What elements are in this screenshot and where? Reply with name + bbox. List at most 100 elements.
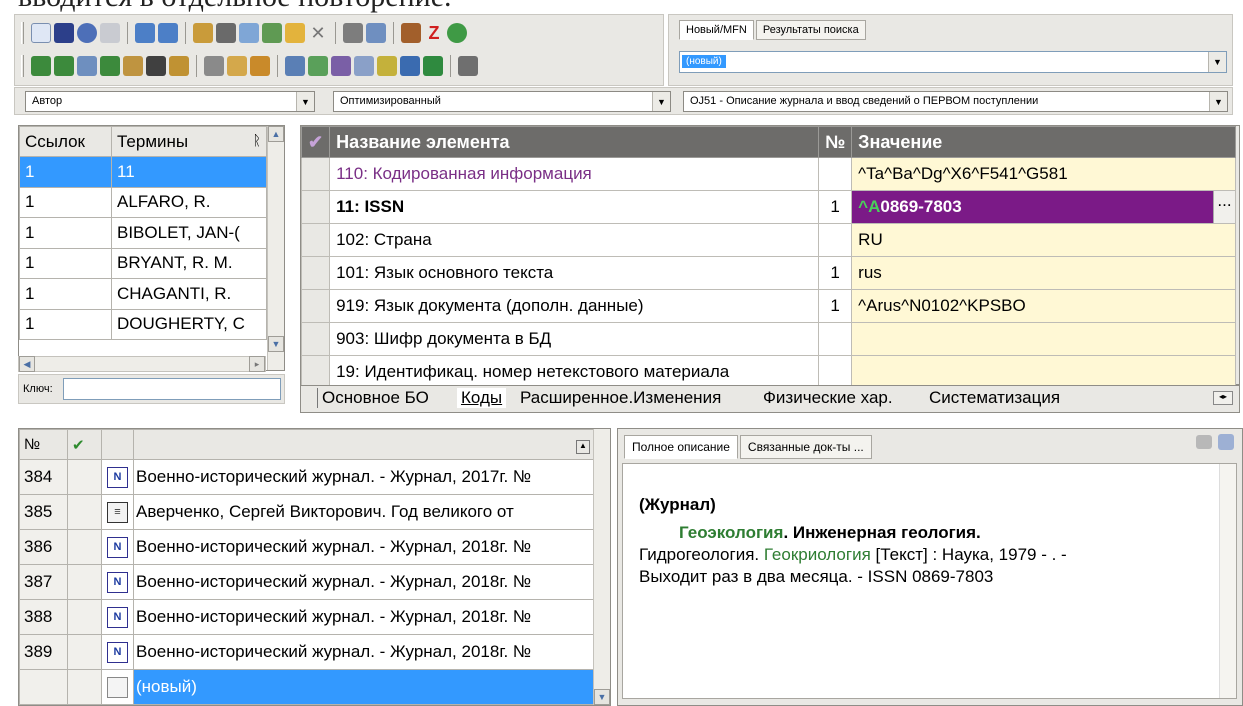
record-row-new[interactable]: (новый) bbox=[19, 669, 595, 705]
table-icon[interactable] bbox=[77, 56, 97, 76]
record-row[interactable]: 385 ≡ Аверченко, Сергей Викторович. Год … bbox=[19, 494, 595, 530]
chevron-down-icon[interactable]: ▼ bbox=[1209, 92, 1227, 111]
link-icon[interactable] bbox=[204, 56, 224, 76]
form3-icon[interactable] bbox=[100, 56, 120, 76]
terms-row[interactable]: 1 11 bbox=[19, 156, 267, 188]
pin-icon[interactable]: ᚱ bbox=[253, 132, 261, 148]
checkmark-icon[interactable]: ✔ bbox=[67, 429, 102, 460]
tools-icon[interactable] bbox=[169, 56, 189, 76]
tabs-scroll-icon[interactable]: ◂▸ bbox=[1213, 391, 1233, 405]
form-icon[interactable] bbox=[31, 56, 51, 76]
save-icon[interactable] bbox=[54, 23, 74, 43]
clipboard2-icon[interactable] bbox=[250, 56, 270, 76]
form2-icon[interactable] bbox=[54, 56, 74, 76]
terms-header-count[interactable]: Ссылок bbox=[19, 126, 112, 157]
books-icon[interactable] bbox=[401, 23, 421, 43]
document-icon[interactable] bbox=[354, 56, 374, 76]
link-geoecology[interactable]: Геоэкология bbox=[679, 523, 783, 542]
undo-icon[interactable] bbox=[77, 23, 97, 43]
grid-row[interactable]: 903: Шифр документа в БД bbox=[300, 322, 1236, 356]
field-value[interactable]: ^Ta^Ba^Dg^X6^F541^G581 bbox=[851, 157, 1236, 191]
scroll-up-icon[interactable]: ▲ bbox=[576, 440, 590, 454]
terms-row[interactable]: 1 DOUGHERTY, C bbox=[19, 308, 267, 340]
terms-row[interactable]: 1 BRYANT, R. M. bbox=[19, 247, 267, 279]
ellipsis-button[interactable]: ... bbox=[1213, 191, 1235, 223]
field-value[interactable] bbox=[851, 355, 1236, 389]
excel-icon[interactable] bbox=[423, 56, 443, 76]
sort-icon[interactable] bbox=[123, 56, 143, 76]
terms-row[interactable]: 1 CHAGANTI, R. bbox=[19, 278, 267, 310]
tab-extended[interactable]: Расширенное.Изменения bbox=[516, 388, 725, 408]
tab-basic[interactable]: Основное БО bbox=[317, 388, 433, 408]
delete-icon[interactable]: ✕ bbox=[308, 23, 328, 43]
key-input[interactable] bbox=[63, 378, 281, 400]
wizard-icon[interactable] bbox=[377, 56, 397, 76]
worksheet-select[interactable]: OJ51 - Описание журнала и ввод сведений … bbox=[683, 91, 1228, 112]
z3950-icon[interactable]: Z bbox=[424, 23, 444, 43]
field-value-editor[interactable]: ^A0869-7803 ... bbox=[851, 190, 1236, 224]
mode-select[interactable]: Оптимизированный ▼ bbox=[333, 91, 671, 112]
grid-row-current[interactable]: 11: ISSN 1 ^A0869-7803 ... bbox=[300, 190, 1236, 224]
tab-full-description[interactable]: Полное описание bbox=[624, 435, 738, 459]
grid-row[interactable]: 110: Кодированная информация ^Ta^Ba^Dg^X… bbox=[300, 157, 1236, 191]
field-value[interactable]: RU bbox=[851, 223, 1236, 257]
clipboard-icon[interactable] bbox=[227, 56, 247, 76]
print-icon[interactable] bbox=[343, 23, 363, 43]
scroll-down-icon[interactable]: ▼ bbox=[594, 689, 610, 705]
tab-search-results[interactable]: Результаты поиска bbox=[755, 20, 866, 40]
chevron-down-icon[interactable]: ▼ bbox=[296, 92, 314, 111]
import-icon[interactable] bbox=[331, 56, 351, 76]
header-num[interactable]: № bbox=[818, 126, 853, 158]
print2-icon[interactable] bbox=[285, 56, 305, 76]
grid-row[interactable]: 102: Страна RU bbox=[300, 223, 1236, 257]
new-document-icon[interactable] bbox=[31, 23, 51, 43]
scroll-down-icon[interactable]: ▼ bbox=[268, 336, 284, 352]
help-icon[interactable] bbox=[458, 56, 478, 76]
field-value[interactable]: rus bbox=[851, 256, 1236, 290]
search-field-select[interactable]: Автор ▼ bbox=[25, 91, 315, 112]
scroll-right-icon[interactable]: ▸ bbox=[249, 356, 265, 372]
copy-record-icon[interactable] bbox=[100, 23, 120, 43]
description-scrollbar[interactable] bbox=[1219, 464, 1236, 698]
header-no[interactable]: № bbox=[19, 429, 68, 460]
toolbar-grip-2[interactable] bbox=[21, 55, 24, 77]
write-icon[interactable] bbox=[285, 23, 305, 43]
record-row[interactable]: 387 N Военно-исторический журнал. - Журн… bbox=[19, 564, 595, 600]
tree-icon[interactable] bbox=[262, 23, 282, 43]
tab-codes[interactable]: Коды bbox=[457, 388, 507, 408]
record-row[interactable]: 386 N Военно-исторический журнал. - Журн… bbox=[19, 529, 595, 565]
terms-header-terms[interactable]: Термины ᚱ bbox=[111, 126, 267, 157]
edit-icon[interactable] bbox=[239, 23, 259, 43]
list-vertical-scrollbar[interactable]: ▼ bbox=[593, 429, 610, 705]
paste-icon[interactable] bbox=[193, 23, 213, 43]
scroll-up-icon[interactable]: ▲ bbox=[268, 126, 284, 142]
scroll-left-icon[interactable]: ◀ bbox=[19, 356, 35, 372]
grid-row[interactable]: 919: Язык документа (дополн. данные) 1 ^… bbox=[300, 289, 1236, 323]
chevron-down-icon[interactable]: ▼ bbox=[652, 92, 670, 111]
record-row[interactable]: 384 N Военно-исторический журнал. - Журн… bbox=[19, 459, 595, 495]
export-icon[interactable] bbox=[366, 23, 386, 43]
terms-row[interactable]: 1 ALFARO, R. bbox=[19, 186, 267, 218]
toolbar-grip[interactable] bbox=[21, 22, 24, 44]
grid-icon[interactable] bbox=[216, 23, 236, 43]
tag-icon[interactable] bbox=[1196, 435, 1212, 449]
record-row[interactable]: 389 N Военно-исторический журнал. - Журн… bbox=[19, 634, 595, 670]
tab-classification[interactable]: Систематизация bbox=[925, 388, 1064, 408]
field-value[interactable] bbox=[851, 322, 1236, 356]
terms-vertical-scrollbar[interactable]: ▲ ▼ bbox=[267, 126, 284, 370]
field-value[interactable]: ^Arus^N0102^KPSBO bbox=[851, 289, 1236, 323]
mfn-select[interactable]: (новый) ▼ bbox=[679, 51, 1227, 73]
grid-row[interactable]: 19: Идентификац. номер нетекстового мате… bbox=[300, 355, 1236, 389]
next-record-icon[interactable] bbox=[158, 23, 178, 43]
tab-related-docs[interactable]: Связанные док-ты ... bbox=[739, 435, 872, 459]
records-icon[interactable] bbox=[1218, 434, 1234, 450]
prev-record-icon[interactable] bbox=[135, 23, 155, 43]
chart-icon[interactable] bbox=[400, 56, 420, 76]
header-element-name[interactable]: Название элемента bbox=[329, 126, 820, 158]
terms-horizontal-scrollbar[interactable]: ◀ ▸ bbox=[18, 356, 266, 372]
grid-row[interactable]: 101: Язык основного текста 1 rus bbox=[300, 256, 1236, 290]
chevron-down-icon[interactable]: ▼ bbox=[1208, 52, 1226, 72]
preview-icon[interactable] bbox=[308, 56, 328, 76]
terms-row[interactable]: 1 BIBOLET, JAN-( bbox=[19, 217, 267, 249]
tab-physical[interactable]: Физические хар. bbox=[759, 388, 897, 408]
